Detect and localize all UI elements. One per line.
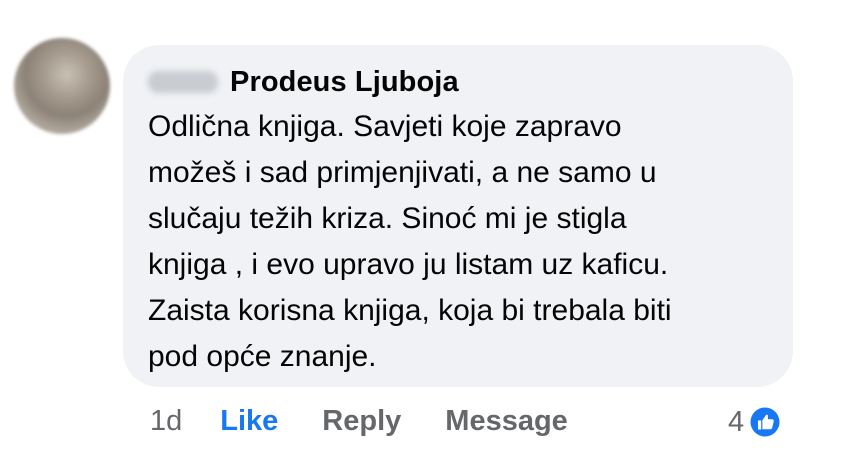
like-reaction-icon [749,406,782,438]
comment-text-line: možeš i sad primjenjivati, a ne samo u [148,156,657,189]
comment-container: Prodeus Ljuboja Odlična knjiga. Savjeti … [0,0,860,450]
message-button[interactable]: Message [445,405,568,438]
comment-actions: 1d Like Reply Message [150,398,568,444]
avatar[interactable] [14,38,110,134]
reply-button[interactable]: Reply [322,405,401,438]
comment-text-line: knjiga , i evo upravo ju listam uz kafic… [148,248,669,281]
comment-text-line: Odlična knjiga. Savjeti koje zapravo [148,110,622,143]
comment-text-line: slučaju težih kriza. Sinoć mi je stigla [148,202,627,235]
reaction-count: 4 [728,405,745,438]
comment-author-name[interactable]: Prodeus Ljuboja [230,66,459,99]
reaction-summary[interactable]: 4 [728,400,782,444]
comment-text-line: Zaista korisna knjiga, koja bi trebala b… [148,294,672,327]
comment-text: Odlična knjiga. Savjeti koje zapravo mož… [148,104,788,380]
comment-text-line: pod opće znanje. [148,340,377,373]
blurred-name-segment [148,71,218,93]
comment-author-row: Prodeus Ljuboja [148,62,459,102]
like-button[interactable]: Like [220,405,278,438]
comment-timestamp[interactable]: 1d [150,405,182,438]
